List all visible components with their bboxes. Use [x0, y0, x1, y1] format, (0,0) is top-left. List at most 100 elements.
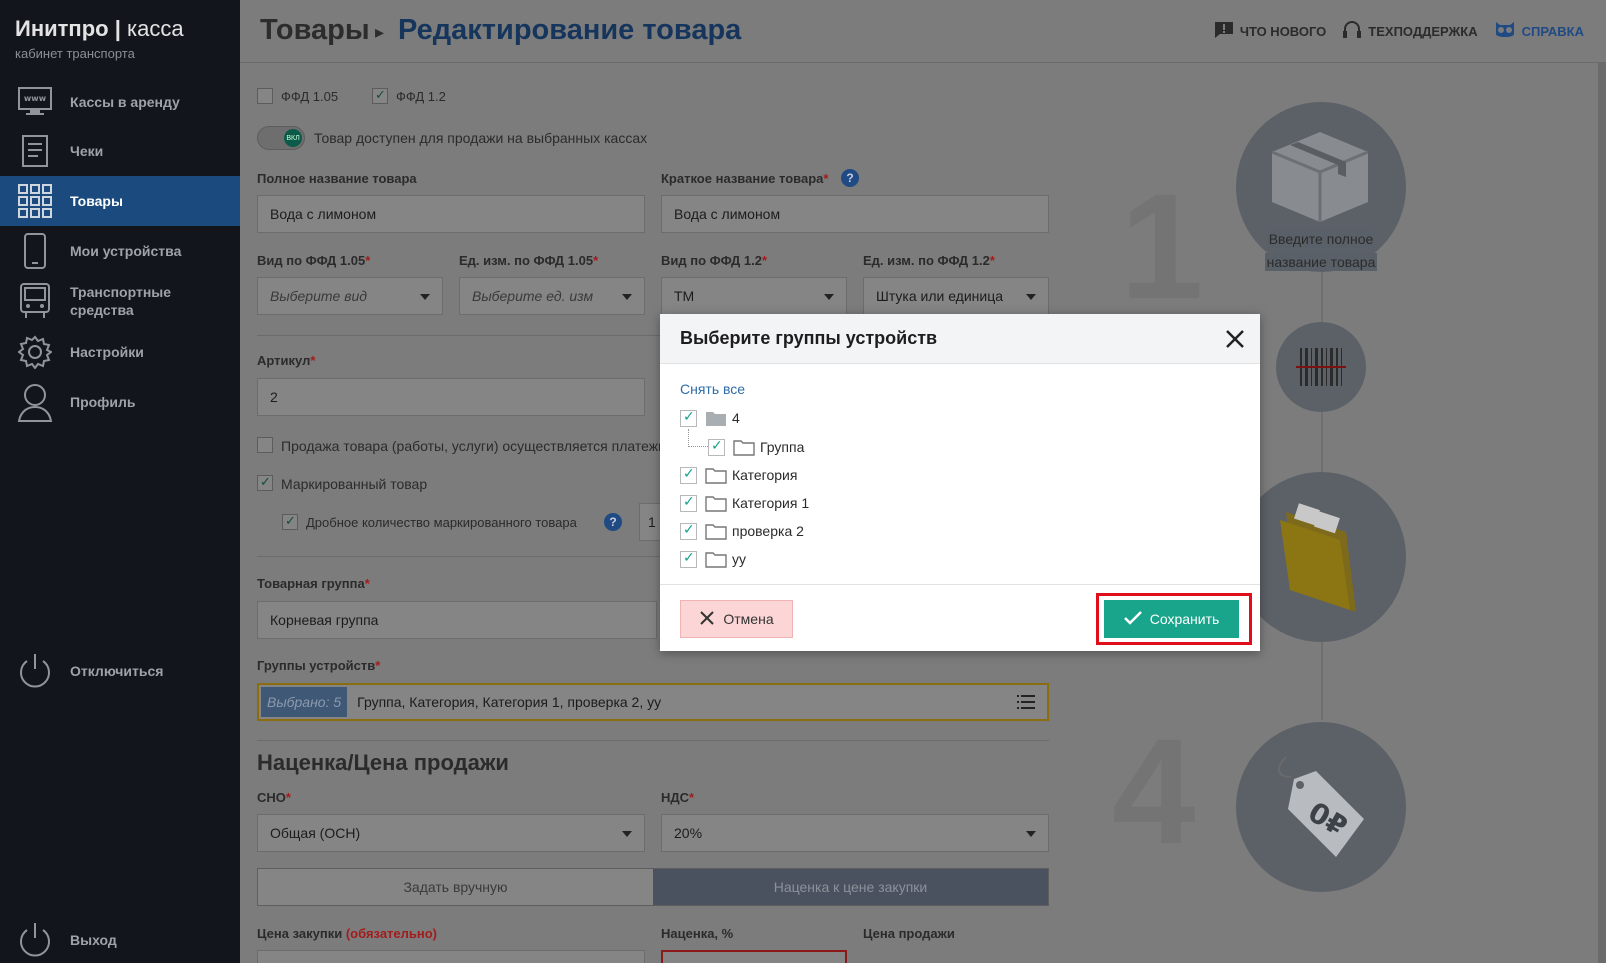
nds-select[interactable]: 20%: [661, 814, 1049, 852]
bus-icon: [0, 283, 70, 319]
chevron-down-icon: [622, 831, 632, 837]
device-groups-field[interactable]: Выбрано: 5 Группа, Категория, Категория …: [257, 683, 1049, 721]
help-link[interactable]: СПРАВКА: [1494, 20, 1584, 43]
short-name-input[interactable]: Вода с лимоном: [661, 195, 1049, 233]
sidebar-item-label: Товары: [70, 193, 123, 209]
barcode-icon: [1296, 348, 1346, 386]
step-circle-folder: [1236, 472, 1406, 642]
tree-checkbox[interactable]: [680, 521, 697, 540]
phone-icon: [0, 233, 70, 269]
tree-item-label: Группа: [760, 439, 805, 455]
modal-title: Выберите группы устройств: [660, 314, 1260, 364]
tree-checkbox[interactable]: [708, 437, 725, 456]
tree-item-label: Категория: [732, 467, 798, 483]
sidebar-item-products[interactable]: Товары: [0, 176, 240, 226]
sidebar-item-label: Мои устройства: [70, 243, 182, 259]
tree-item[interactable]: Категория 1: [680, 492, 809, 514]
step-hint: Введите полное название товара: [1264, 230, 1378, 271]
monitor-www-icon: www: [0, 87, 70, 117]
sno-select[interactable]: Общая (ОСН): [257, 814, 645, 852]
article-label: Артикул*: [257, 353, 316, 368]
kind12-label: Вид по ФФД 1.2*: [661, 253, 768, 268]
box-icon: [1271, 132, 1369, 222]
ffd105-label: ФФД 1.05: [281, 89, 339, 104]
sidebar-item-receipts[interactable]: Чеки: [0, 126, 240, 176]
article-input[interactable]: 2: [257, 378, 645, 416]
tree-checkbox[interactable]: [680, 549, 697, 568]
unit12-label: Ед. изм. по ФФД 1.2*: [863, 253, 995, 268]
help-question-icon[interactable]: ?: [604, 513, 622, 531]
sidebar-item-rent[interactable]: www Кассы в аренду: [0, 77, 240, 127]
power-icon: [0, 653, 70, 689]
sidebar-item-label: Кассы в аренду: [70, 94, 180, 110]
cancel-button[interactable]: Отмена: [680, 600, 793, 638]
folder-icon: [705, 494, 727, 512]
agent-sale-checkbox[interactable]: [257, 437, 273, 453]
unselect-all-link[interactable]: Снять все: [680, 381, 745, 397]
kind12-select[interactable]: ТМ: [661, 277, 847, 315]
page-scrollbar[interactable]: [1598, 63, 1606, 963]
sidebar-item-settings[interactable]: Настройки: [0, 327, 240, 377]
sidebar-item-label: Чеки: [70, 143, 104, 159]
fractional-label: Дробное количество маркированного товара: [306, 515, 577, 530]
unit12-select[interactable]: Штука или единица: [863, 277, 1049, 315]
tree-checkbox[interactable]: [680, 493, 697, 512]
sidebar-item-vehicles[interactable]: Транспортные средства: [0, 276, 240, 326]
nds-label: НДС*: [661, 790, 695, 805]
disconnect-label: Отключиться: [70, 663, 164, 679]
tree-item[interactable]: уу: [680, 548, 746, 570]
tree-connector: [688, 446, 708, 447]
disconnect-button[interactable]: Отключиться: [0, 646, 240, 696]
tree-item[interactable]: 4: [680, 407, 740, 429]
step-number-4: 4: [1112, 707, 1196, 875]
whats-new-link[interactable]: ЧТО НОВОГО: [1214, 20, 1326, 43]
tree-item[interactable]: Категория: [680, 464, 797, 486]
tree-checkbox[interactable]: [680, 408, 697, 427]
support-link[interactable]: ТЕХПОДДЕРЖКА: [1342, 20, 1478, 43]
close-icon: [699, 610, 715, 629]
help-question-icon[interactable]: ?: [841, 169, 859, 187]
tree-checkbox[interactable]: [680, 465, 697, 484]
sidebar: Инитпро | касса кабинет транспорта www К…: [0, 0, 240, 963]
ffd12-checkbox[interactable]: [372, 87, 388, 104]
unit105-select[interactable]: Выберите ед. изм: [459, 277, 645, 315]
purchase-input[interactable]: [257, 950, 645, 963]
kind105-select[interactable]: Выберите вид: [257, 277, 443, 315]
close-icon[interactable]: [1224, 328, 1246, 350]
step-circle-barcode: [1276, 322, 1366, 412]
breadcrumb-products[interactable]: Товары: [260, 14, 370, 47]
purchase-label: Цена закупки (обязательно): [257, 926, 438, 941]
sidebar-item-devices[interactable]: Мои устройства: [0, 226, 240, 276]
power-icon: [0, 922, 70, 958]
support-label: ТЕХПОДДЕРЖКА: [1368, 24, 1478, 39]
markup-label: Наценка, %: [661, 926, 734, 941]
sidebar-item-profile[interactable]: Профиль: [0, 377, 240, 427]
save-label: Сохранить: [1149, 611, 1220, 627]
tree-item[interactable]: проверка 2: [680, 520, 804, 542]
seg-markup-button[interactable]: Наценка к цене закупки: [653, 869, 1048, 905]
group-select[interactable]: Корневая группа: [257, 601, 657, 639]
list-icon[interactable]: [1017, 695, 1035, 712]
ffd105-checkbox[interactable]: [257, 88, 273, 104]
breadcrumb-separator-icon: ▸: [375, 22, 385, 42]
device-groups-modal: Выберите группы устройств Снять все 4 Гр…: [660, 314, 1260, 651]
folder-icon: [1280, 503, 1356, 612]
markup-input[interactable]: [661, 950, 847, 963]
full-name-label: Полное название товара: [257, 171, 417, 186]
brand-subtitle: кабинет транспорта: [15, 46, 135, 61]
fractional-checkbox[interactable]: [282, 513, 298, 530]
marked-checkbox[interactable]: [257, 474, 273, 491]
brand-logo[interactable]: Инитпро | касса кабинет транспорта: [0, 0, 240, 80]
price-tag-icon: 0₽: [1278, 756, 1364, 857]
logout-button[interactable]: Выход: [0, 915, 240, 963]
chevron-down-icon: [824, 294, 834, 300]
available-toggle[interactable]: ВКЛ: [257, 126, 305, 150]
logout-label: Выход: [70, 932, 117, 948]
save-button[interactable]: Сохранить: [1104, 600, 1239, 638]
full-name-input[interactable]: Вода с лимоном: [257, 195, 645, 233]
seg-manual-button[interactable]: Задать вручную: [258, 869, 653, 905]
announcement-icon: [1214, 21, 1234, 42]
grid-icon: [0, 184, 70, 218]
tree-item[interactable]: Группа: [708, 436, 804, 458]
whats-new-label: ЧТО НОВОГО: [1239, 24, 1327, 39]
